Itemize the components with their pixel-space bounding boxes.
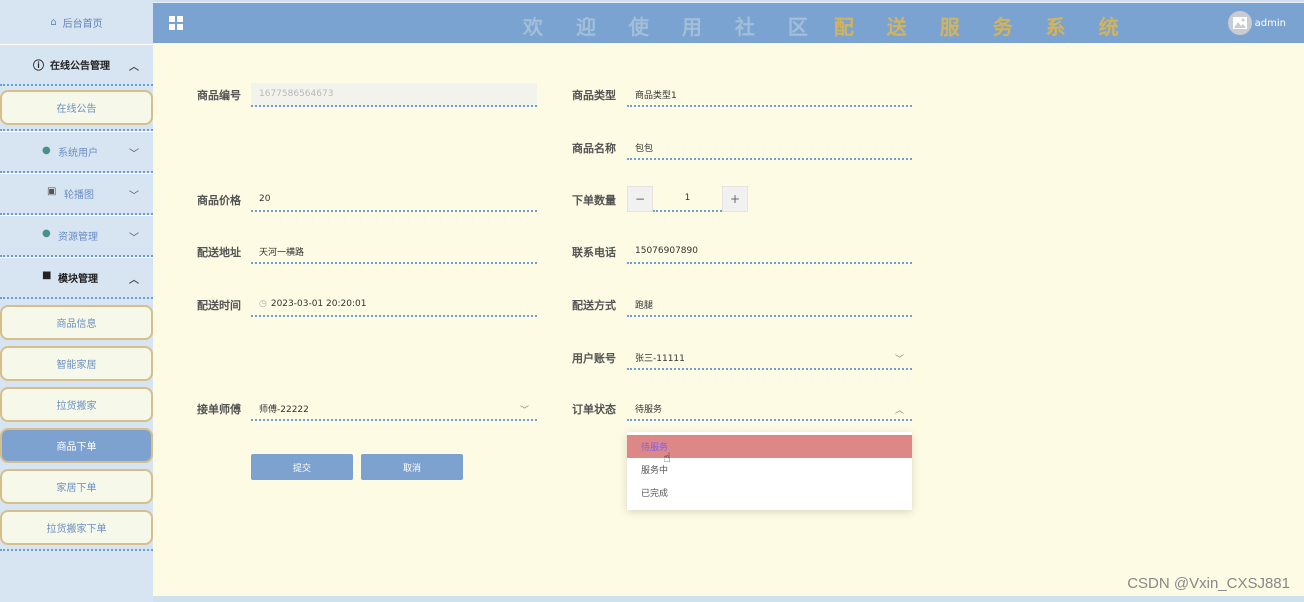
divider: [0, 84, 153, 86]
chevron-down-icon: ﹀: [129, 191, 139, 202]
account-value: 张三-11111: [635, 353, 685, 364]
phone-field[interactable]: 15076907890: [627, 240, 912, 264]
watermark: CSDN @Vxin_CXSJ881: [1127, 575, 1290, 592]
price-label: 商品价格: [197, 194, 241, 207]
cancel-button[interactable]: 取消: [361, 454, 463, 480]
main-panel: [153, 43, 1304, 596]
product-type-value: 商品类型1: [635, 90, 677, 101]
divider: [0, 297, 153, 299]
address-value: 天河一横路: [259, 247, 305, 258]
sidebar-group-resources[interactable]: ● 资源管理 ﹀: [0, 215, 153, 255]
chevron-down-icon: ﹀: [894, 355, 904, 365]
clock-icon: ◷: [259, 299, 267, 309]
product-no-field: 1677586564673: [251, 83, 537, 107]
sidebar-group-label: 模块管理: [58, 274, 98, 285]
method-value: 跑腿: [635, 300, 654, 311]
sidebar-group-carousel[interactable]: ▣ 轮播图 ﹀: [0, 173, 153, 213]
time-picker[interactable]: ◷ 2023-03-01 20:20:01: [251, 293, 537, 317]
sidebar-item-home-order[interactable]: 家居下单: [0, 469, 153, 504]
menu-grid-icon[interactable]: [169, 16, 183, 30]
sidebar-item-smart-home[interactable]: 智能家居: [0, 346, 153, 381]
sidebar-item-product-info[interactable]: 商品信息: [0, 305, 153, 340]
sidebar-group-modules[interactable]: ■ 模块管理 ︿: [0, 257, 153, 297]
account-label: 用户账号: [572, 352, 616, 365]
user-name[interactable]: admin: [1255, 18, 1286, 29]
chevron-up-icon: ︿: [129, 62, 139, 73]
sidebar-item-moving-order[interactable]: 拉货搬家下单: [0, 510, 153, 545]
top-header: 欢 迎 使 用 社 区配 送 服 务 系 统 admin: [153, 2, 1304, 43]
status-value: 待服务: [635, 404, 663, 415]
status-option[interactable]: 已完成: [627, 481, 912, 504]
product-type-label: 商品类型: [572, 89, 616, 102]
status-label: 订单状态: [572, 403, 616, 416]
product-name-field[interactable]: 包包: [627, 136, 912, 160]
address-field[interactable]: 天河一横路: [251, 240, 537, 264]
sidebar-group-announcement[interactable]: ⓘ 在线公告管理 ︿: [0, 44, 153, 84]
divider: [0, 549, 153, 551]
title-part-2: 配 送 服 务 系 统: [833, 15, 1132, 39]
sidebar-item-announcement[interactable]: 在线公告: [0, 90, 153, 125]
home-icon: ⌂: [50, 16, 57, 28]
user-icon: ●: [42, 145, 51, 156]
sidebar: ⌂ 后台首页 ⓘ 在线公告管理 ︿ 在线公告 ● 系统用户 ﹀ ▣ 轮播图 ﹀ …: [0, 0, 153, 602]
quantity-value[interactable]: 1: [653, 186, 722, 212]
method-field[interactable]: 跑腿: [627, 293, 912, 317]
decrease-button[interactable]: −: [627, 186, 653, 212]
increase-button[interactable]: +: [722, 186, 748, 212]
address-label: 配送地址: [197, 246, 241, 259]
grid-icon: ■: [42, 270, 52, 281]
sidebar-group-label: 轮播图: [64, 190, 94, 201]
worker-select[interactable]: 师傅-22222 ﹀: [251, 397, 537, 421]
quantity-label: 下单数量: [572, 194, 616, 207]
product-type-field[interactable]: 商品类型1: [627, 83, 912, 107]
chevron-down-icon: ﹀: [129, 149, 139, 160]
sidebar-item-moving[interactable]: 拉货搬家: [0, 387, 153, 422]
method-label: 配送方式: [572, 299, 616, 312]
time-value: 2023-03-01 20:20:01: [270, 299, 367, 309]
chevron-up-icon: ︿: [894, 406, 904, 416]
image-icon: [1233, 17, 1247, 29]
account-select[interactable]: 张三-11111 ﹀: [627, 346, 912, 370]
bottom-bar: [153, 596, 1304, 602]
page-title: 欢 迎 使 用 社 区配 送 服 务 系 统: [523, 11, 1132, 40]
status-select[interactable]: 待服务 ︿: [627, 397, 912, 421]
worker-value: 师傅-22222: [259, 404, 309, 415]
product-name-label: 商品名称: [572, 142, 616, 155]
sidebar-group-system-users[interactable]: ● 系统用户 ﹀: [0, 131, 153, 171]
submit-button[interactable]: 提交: [251, 454, 353, 480]
product-no-label: 商品编号: [197, 89, 241, 102]
sidebar-home[interactable]: ⌂ 后台首页: [0, 0, 153, 44]
sidebar-group-label: 在线公告管理: [50, 61, 110, 72]
product-no-value: 1677586564673: [259, 89, 334, 99]
sidebar-item-product-order[interactable]: 商品下单: [0, 428, 153, 463]
sidebar-home-label: 后台首页: [62, 18, 103, 30]
avatar[interactable]: [1228, 11, 1252, 35]
image-icon: ▣: [47, 186, 57, 197]
sidebar-group-label: 资源管理: [58, 232, 98, 243]
hand-cursor-icon: ☝: [663, 451, 671, 466]
chevron-down-icon: ﹀: [519, 406, 529, 416]
status-dropdown: 待服务 服务中 已完成: [627, 432, 912, 510]
chevron-up-icon: ︿: [129, 275, 139, 286]
product-name-value: 包包: [635, 143, 654, 154]
title-part-1: 欢 迎 使 用 社 区: [523, 15, 821, 39]
worker-label: 接单师傅: [197, 403, 241, 416]
phone-value: 15076907890: [635, 246, 698, 256]
time-label: 配送时间: [197, 299, 241, 312]
phone-label: 联系电话: [572, 246, 616, 259]
price-value: 20: [259, 194, 271, 204]
sidebar-group-label: 系统用户: [58, 148, 98, 159]
bulb-icon: ●: [42, 228, 51, 239]
info-icon: ⓘ: [33, 59, 44, 72]
quantity-stepper: − 1 +: [627, 186, 748, 212]
price-field[interactable]: 20: [251, 188, 537, 212]
chevron-down-icon: ﹀: [129, 233, 139, 244]
